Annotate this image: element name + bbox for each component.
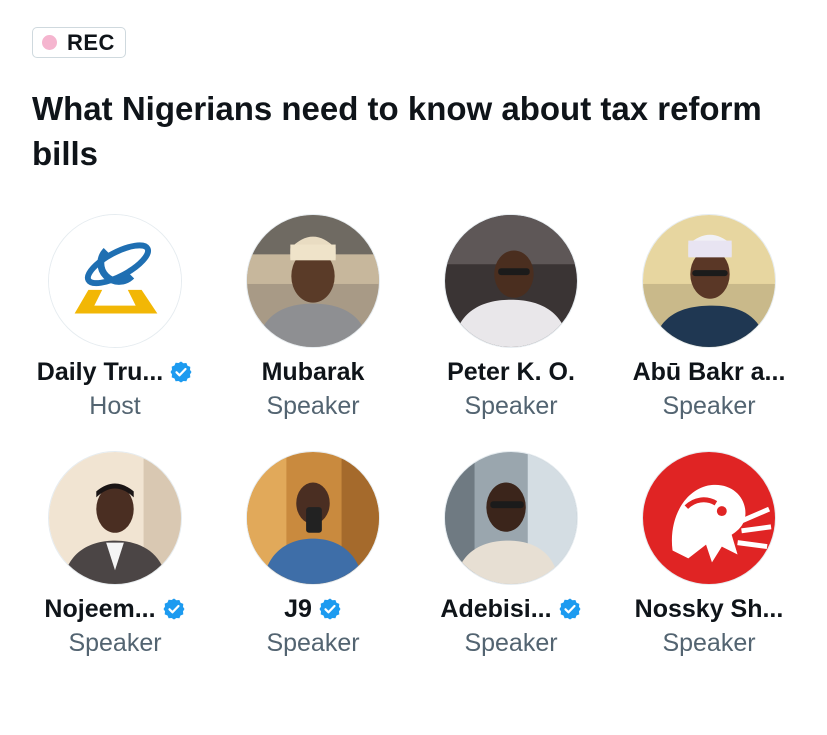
verified-badge-icon <box>559 598 581 620</box>
participant-name: Daily Tru... <box>36 357 164 386</box>
verified-badge-icon <box>170 361 192 383</box>
avatar[interactable] <box>246 451 380 585</box>
participant-role: Speaker <box>464 392 558 420</box>
person-photo-icon <box>247 215 379 347</box>
participant-role: Speaker <box>68 629 162 657</box>
participant-role: Speaker <box>662 629 756 657</box>
participant-name: Adebisi... <box>440 594 552 623</box>
person-photo-icon <box>643 215 775 347</box>
avatar[interactable] <box>642 451 776 585</box>
participant-name: Mubarak <box>261 357 365 386</box>
avatar[interactable] <box>642 214 776 348</box>
person-photo-icon <box>445 215 577 347</box>
participant-role: Speaker <box>464 629 558 657</box>
avatar[interactable] <box>444 214 578 348</box>
participant-card[interactable]: J9 Speaker <box>214 451 412 659</box>
participant-role: Speaker <box>662 392 756 420</box>
person-photo-icon <box>445 452 577 584</box>
verified-badge-icon <box>163 598 185 620</box>
avatar[interactable] <box>444 451 578 585</box>
participant-role: Speaker <box>266 629 360 657</box>
participant-role: Speaker <box>266 392 360 420</box>
avatar[interactable] <box>48 451 182 585</box>
participant-name: J9 <box>284 594 312 623</box>
avatar[interactable] <box>48 214 182 348</box>
participant-card[interactable]: Nossky Sh... Speaker <box>610 451 808 659</box>
participant-card[interactable]: Mubarak Speaker <box>214 214 412 422</box>
participant-card[interactable]: Nojeem... Speaker <box>16 451 214 659</box>
participant-name: Abū Bakr a... <box>632 357 786 386</box>
participant-card[interactable]: Adebisi... Speaker <box>412 451 610 659</box>
avatar[interactable] <box>246 214 380 348</box>
daily-trust-logo-icon <box>49 215 181 347</box>
recording-label: REC <box>67 29 115 55</box>
participant-name: Nojeem... <box>44 594 156 623</box>
recording-badge: REC <box>32 27 126 58</box>
participant-card[interactable]: Peter K. O. Speaker <box>412 214 610 422</box>
red-lion-logo-icon <box>643 452 775 584</box>
verified-badge-icon <box>319 598 341 620</box>
participant-name: Nossky Sh... <box>634 594 784 623</box>
participant-role: Host <box>89 392 141 420</box>
recording-dot-icon <box>42 35 57 50</box>
participant-card[interactable]: Daily Tru... Host <box>16 214 214 422</box>
participant-name: Peter K. O. <box>447 357 575 386</box>
space-title: What Nigerians need to know about tax re… <box>32 90 762 172</box>
participant-card[interactable]: Abū Bakr a... Speaker <box>610 214 808 422</box>
person-photo-icon <box>247 452 379 584</box>
person-photo-icon <box>49 452 181 584</box>
